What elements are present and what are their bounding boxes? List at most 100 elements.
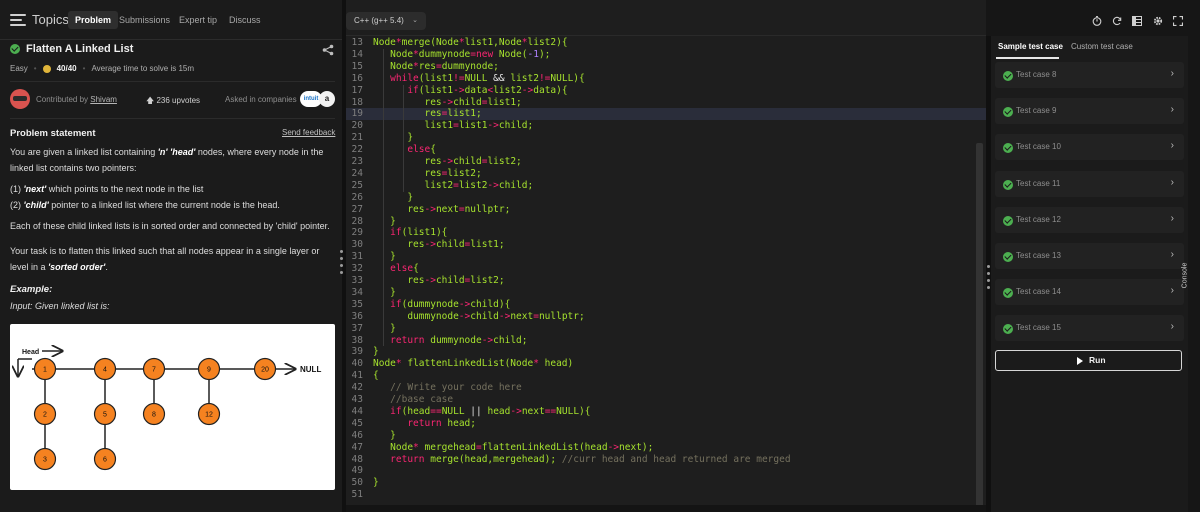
tab-expert-tip[interactable]: Expert tip (172, 11, 224, 29)
code-text: Node*merge(Node*list1,Node*list2){ (373, 37, 568, 49)
code-token: if (390, 405, 402, 417)
code-area[interactable]: 13 Node*merge(Node*list1,Node*list2){14 N… (346, 37, 986, 505)
code-line[interactable]: 17 if(list1->data<list2->data){ (346, 85, 986, 97)
code-line[interactable]: 22 else{ (346, 144, 986, 156)
dot-separator-2: • (82, 64, 86, 73)
test-case-item[interactable]: Test case 9 › (995, 98, 1184, 125)
code-text: } (373, 192, 413, 204)
tab-problem[interactable]: Problem (68, 11, 119, 29)
code-line[interactable]: 42 // Write your code here (346, 382, 986, 394)
line-number: 28 (351, 215, 363, 227)
code-line[interactable]: 43 //base case (346, 394, 986, 406)
code-line[interactable]: 47 Node* mergehead=flattenLinkedList(hea… (346, 442, 986, 454)
code-line[interactable]: 21 } (346, 132, 986, 144)
code-line[interactable]: 38 return dummynode->child; (346, 335, 986, 347)
chevron-right-icon: › (1170, 140, 1174, 152)
code-line[interactable]: 50} (346, 477, 986, 489)
code-line[interactable]: 23 res->child=list2; (346, 156, 986, 168)
code-line[interactable]: 20 list1=list1->child; (346, 120, 986, 132)
test-case-item[interactable]: Test case 12 › (995, 206, 1184, 233)
code-line[interactable]: 36 dummynode->child->next=nullptr; (346, 311, 986, 323)
code-text: } (373, 216, 396, 228)
drag-handle-icon[interactable] (340, 250, 343, 278)
code-line[interactable]: 14 Node*dummynode=new Node(-1); (346, 49, 986, 61)
timer-icon[interactable] (1092, 16, 1102, 26)
code-line[interactable]: 39} (346, 346, 986, 358)
code-line[interactable]: 51 (346, 489, 986, 501)
layout-icon[interactable] (1132, 16, 1142, 26)
line-number: 48 (351, 453, 363, 465)
code-line[interactable]: 24 res=list2; (346, 168, 986, 180)
editor-scrollbar[interactable] (976, 143, 983, 507)
code-line[interactable]: 18 res->child=list1; (346, 97, 986, 109)
code-line[interactable]: 41 { (346, 370, 986, 382)
code-line[interactable]: 46 } (346, 430, 986, 442)
code-line[interactable]: 33 res->child=list2; (346, 275, 986, 287)
language-select[interactable]: C++ (g++ 5.4) ⌄ (346, 12, 426, 30)
code-line[interactable]: 48 return merge(head,mergehead); //curr … (346, 454, 986, 466)
test-case-label: Test case 15 (1016, 323, 1061, 333)
code-line[interactable]: 49 (346, 465, 986, 477)
code-editor[interactable]: C++ (g++ 5.4) ⌄ 13 Node*merge(Node*list1,… (346, 0, 986, 512)
code-token: -> (424, 275, 436, 286)
code-line[interactable]: 37 } (346, 323, 986, 335)
line-number: 46 (351, 429, 363, 441)
contributor-link[interactable]: Shivam (90, 95, 117, 104)
test-case-item[interactable]: Test case 11 › (995, 170, 1184, 197)
fullscreen-icon[interactable] (1173, 16, 1183, 26)
company-logo-amazon[interactable]: a (319, 91, 335, 107)
send-feedback-link[interactable]: Send feedback (282, 128, 335, 137)
topics-button[interactable]: Topics (10, 12, 69, 27)
code-line[interactable]: 45 return head; (346, 418, 986, 430)
line-number: 44 (351, 405, 363, 417)
code-token: child; (498, 120, 534, 132)
reset-icon[interactable] (1112, 16, 1122, 26)
tab-sample-test-case[interactable]: Sample test case (998, 42, 1063, 51)
code-line[interactable]: 16 while(list1!=NULL && list2!=NULL){ (346, 73, 986, 85)
code-line[interactable]: 35 if(dummynode->child){ (346, 299, 986, 311)
code-line[interactable]: 15 Node*res=dummynode; (346, 61, 986, 73)
gear-icon[interactable] (1153, 16, 1163, 26)
run-button[interactable]: Run (995, 350, 1182, 371)
code-line[interactable]: 30 res->child=list1; (346, 239, 986, 251)
code-token: if (390, 298, 402, 310)
tab-custom-test-case[interactable]: Custom test case (1071, 42, 1133, 51)
code-line[interactable]: 27 res->next=nullptr; (346, 204, 986, 216)
test-case-item[interactable]: Test case 13 › (995, 243, 1184, 269)
line-number: 45 (351, 417, 363, 429)
code-token: list2; (470, 275, 505, 286)
test-case-item[interactable]: Test case 8 › (995, 62, 1184, 88)
tab-submissions[interactable]: Submissions (112, 11, 177, 29)
contributor-row: Contributed by Shivam 🡅 236 upvotes Aske… (10, 89, 335, 109)
test-case-item[interactable]: Test case 15 › (995, 315, 1184, 342)
code-token: { (413, 263, 419, 275)
code-token: { (373, 370, 379, 382)
tab-discuss[interactable]: Discuss (222, 11, 268, 29)
code-line[interactable]: 31 } (346, 251, 986, 263)
test-case-item[interactable]: Test case 10 › (995, 134, 1184, 161)
console-toggle[interactable]: Console (1181, 248, 1200, 308)
code-token: -1 (527, 48, 539, 60)
code-line[interactable]: 29 if(list1){ (346, 227, 986, 239)
code-line[interactable]: 19 res=list1; (346, 108, 986, 121)
code-line[interactable]: 34 } (346, 287, 986, 299)
passed-check-icon (1003, 288, 1013, 299)
code-line[interactable]: 25 list2=list2->child; (346, 180, 986, 192)
code-token: else (390, 263, 414, 275)
share-icon[interactable] (322, 44, 334, 56)
code-token: head (481, 405, 511, 417)
code-line[interactable]: 32 else{ (346, 263, 986, 275)
drag-handle-icon-2[interactable] (987, 265, 990, 293)
code-token: (dummynode (401, 298, 459, 310)
upvotes[interactable]: 🡅 236 upvotes (146, 95, 200, 109)
test-case-item[interactable]: Test case 14 › (995, 279, 1184, 306)
code-line[interactable]: 40 Node* flattenLinkedList(Node* head) (346, 358, 986, 370)
code-line[interactable]: 28 } (346, 216, 986, 228)
code-line[interactable]: 13 Node*merge(Node*list1,Node*list2){ (346, 37, 986, 49)
code-line[interactable]: 44 if(head==NULL || head->next==NULL){ (346, 406, 986, 418)
code-line[interactable]: 26 } (346, 192, 986, 204)
difficulty: Easy (10, 64, 28, 73)
